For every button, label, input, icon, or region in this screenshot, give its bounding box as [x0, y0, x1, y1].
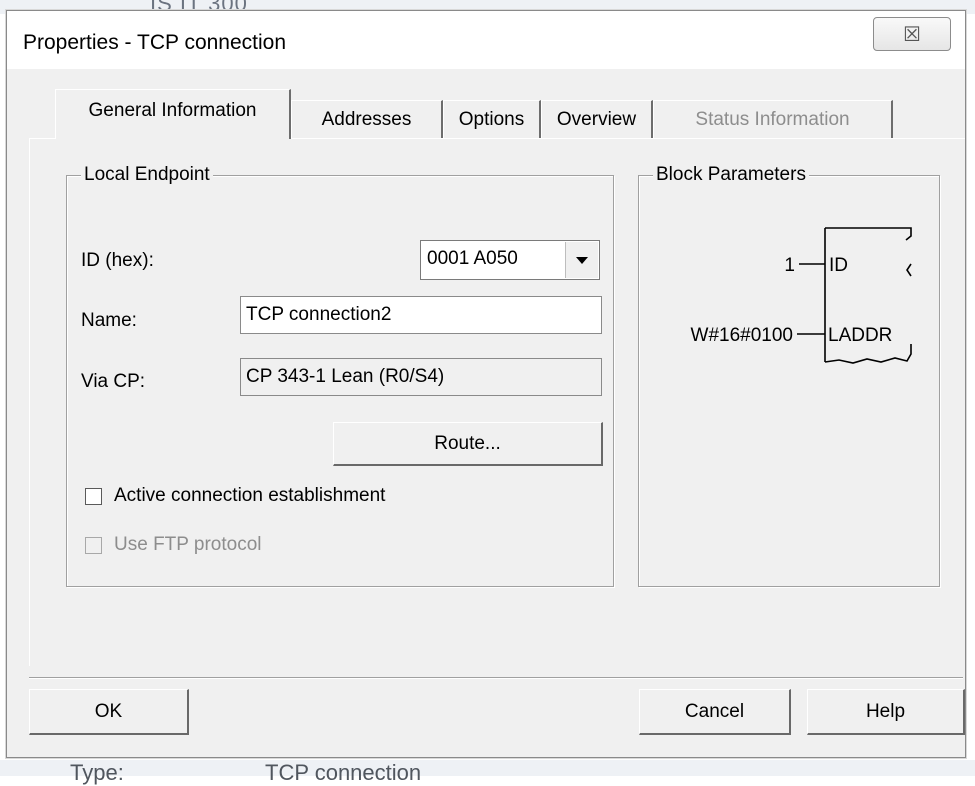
laddr-pin-label: LADDR — [828, 325, 892, 346]
window-title: Properties - TCP connection — [23, 31, 287, 54]
footer-separator — [29, 677, 963, 679]
block-parameters-group: Block Parameters 1 ID W#16#0100 LADDR — [638, 164, 940, 587]
id-select-value: 0001 A050 — [427, 248, 518, 269]
background-text-connection: TCP connection — [265, 760, 422, 785]
active-connection-checkbox[interactable] — [85, 487, 102, 505]
cancel-button[interactable]: Cancel — [639, 689, 791, 735]
local-endpoint-title: Local Endpoint — [81, 164, 213, 186]
id-input-value: 1 — [784, 255, 795, 276]
id-label: ID (hex): — [81, 250, 154, 271]
id-pin-label: ID — [829, 255, 848, 276]
tab-addresses[interactable]: Addresses — [291, 100, 443, 138]
ok-button[interactable]: OK — [29, 689, 189, 735]
active-connection-label: Active connection establishment — [114, 485, 386, 506]
id-select-dropdown-button[interactable] — [565, 242, 598, 278]
laddr-input-value: W#16#0100 — [691, 325, 793, 346]
tab-options[interactable]: Options — [443, 100, 541, 138]
via-cp-field: CP 343-1 Lean (R0/S4) — [240, 358, 602, 396]
local-endpoint-group: Local Endpoint ID (hex): 0001 A050 Name:… — [66, 164, 614, 587]
id-select[interactable]: 0001 A050 — [420, 240, 600, 280]
route-button[interactable]: Route... — [333, 422, 603, 466]
name-label: Name: — [81, 310, 137, 331]
tab-label: General Information — [88, 100, 257, 121]
tab-label: Addresses — [321, 108, 412, 130]
properties-dialog: Properties - TCP connection ☒ Addresses … — [6, 10, 966, 758]
tab-general-information[interactable]: General Information — [55, 89, 291, 139]
ftp-protocol-option[interactable]: Use FTP protocol — [85, 534, 261, 556]
help-button[interactable]: Help — [807, 689, 965, 735]
ftp-protocol-checkbox[interactable] — [85, 536, 102, 554]
general-information-panel: Local Endpoint ID (hex): 0001 A050 Name:… — [29, 138, 965, 666]
block-diagram: 1 ID W#16#0100 LADDR — [691, 227, 912, 364]
background-text-type: Type: — [70, 760, 124, 785]
tab-label: Status Information — [695, 108, 850, 130]
via-cp-label: Via CP: — [81, 371, 146, 392]
tab-overview[interactable]: Overview — [541, 100, 653, 138]
tab-label: Options — [458, 108, 525, 130]
ftp-protocol-label: Use FTP protocol — [114, 534, 262, 555]
close-icon: ☒ — [903, 23, 921, 46]
title-bar: Properties - TCP connection ☒ — [7, 11, 965, 69]
chevron-down-icon — [576, 256, 588, 264]
background-app-bottom: Type: TCP connection — [0, 760, 975, 785]
active-connection-option[interactable]: Active connection establishment — [85, 485, 385, 507]
block-parameters-title: Block Parameters — [653, 164, 809, 186]
tab-label: Overview — [556, 108, 637, 130]
tab-status-information[interactable]: Status Information — [653, 100, 893, 138]
close-button[interactable]: ☒ — [873, 17, 951, 51]
name-input[interactable]: TCP connection2 — [240, 296, 602, 334]
